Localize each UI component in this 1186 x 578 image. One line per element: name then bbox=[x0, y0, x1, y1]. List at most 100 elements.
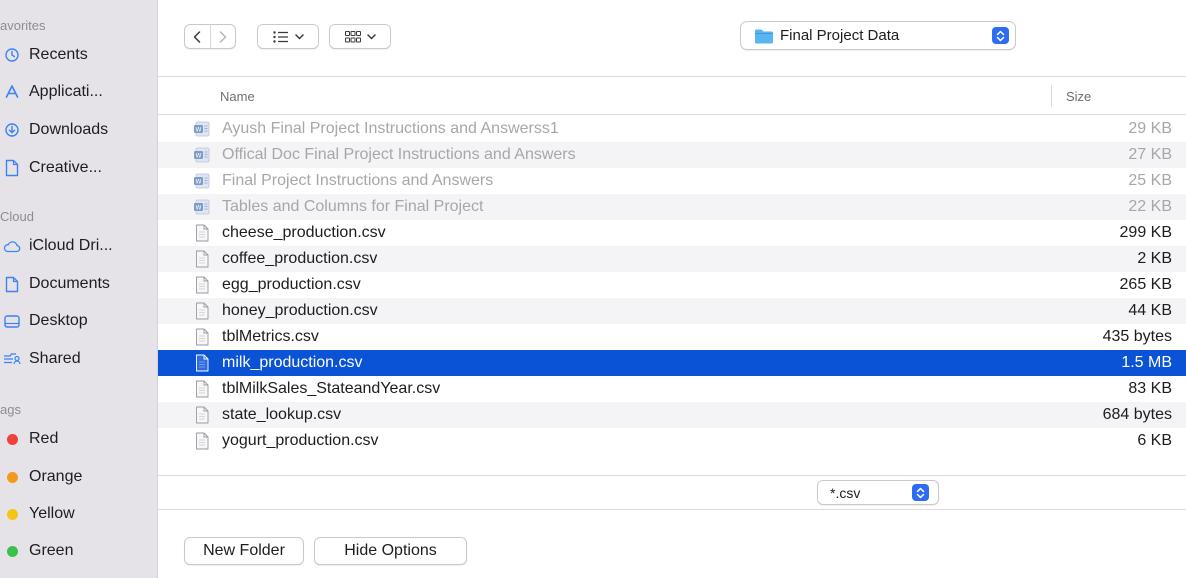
new-folder-button[interactable]: New Folder bbox=[184, 537, 304, 565]
file-name: egg_production.csv bbox=[222, 276, 361, 293]
location-popup[interactable]: Final Project Data bbox=[740, 21, 1016, 50]
file-row[interactable]: state_lookup.csv 684 bytes bbox=[158, 402, 1186, 428]
file-name: Tables and Columns for Final Project bbox=[222, 198, 484, 215]
document-icon bbox=[1, 276, 23, 293]
group-view-button[interactable] bbox=[329, 24, 391, 49]
list-view-button[interactable] bbox=[257, 24, 319, 49]
file-name: tblMilkSales_StateandYear.csv bbox=[222, 380, 441, 397]
sidebar-tag-orange[interactable]: Orange bbox=[0, 462, 158, 492]
file-size: 299 KB bbox=[1119, 224, 1172, 241]
sidebar: avorites Recents Applicati... Downloads … bbox=[0, 0, 158, 578]
sidebar-item-icloud-drive[interactable]: iCloud Dri... bbox=[0, 231, 158, 261]
file-size: 2 KB bbox=[1137, 250, 1172, 267]
file-name: Ayush Final Project Instructions and Ans… bbox=[222, 120, 559, 137]
sidebar-item-shared[interactable]: Shared bbox=[0, 344, 158, 374]
file-name: yogurt_production.csv bbox=[222, 432, 379, 449]
sidebar-item-recents[interactable]: Recents bbox=[0, 40, 158, 70]
file-size: 435 bytes bbox=[1102, 328, 1172, 345]
sidebar-item-label: iCloud Dri... bbox=[29, 237, 113, 254]
column-header-size[interactable]: Size bbox=[1066, 89, 1091, 104]
grid-view-icon bbox=[344, 30, 361, 42]
sidebar-item-label: Green bbox=[29, 542, 74, 559]
sidebar-tag-yellow[interactable]: Yellow bbox=[0, 499, 158, 529]
file-size: 44 KB bbox=[1128, 302, 1172, 319]
list-header: Name Size bbox=[158, 77, 1186, 115]
tag-dot-icon bbox=[1, 433, 23, 445]
tag-dot-icon bbox=[1, 471, 23, 483]
popup-arrows-icon bbox=[992, 27, 1009, 44]
downloads-icon bbox=[1, 123, 23, 137]
file-size: 684 bytes bbox=[1102, 406, 1172, 423]
file-row[interactable]: honey_production.csv 44 KB bbox=[158, 298, 1186, 324]
sidebar-section-cloud: Cloud bbox=[0, 209, 34, 224]
file-row[interactable]: tblMetrics.csv 435 bytes bbox=[158, 324, 1186, 350]
file-rows: W Ayush Final Project Instructions and An… bbox=[158, 116, 1186, 454]
file-row[interactable]: yogurt_production.csv 6 KB bbox=[158, 428, 1186, 454]
sidebar-item-label: Orange bbox=[29, 468, 83, 485]
sidebar-item-label: Red bbox=[29, 430, 59, 447]
applications-icon bbox=[1, 84, 23, 100]
file-row: W Ayush Final Project Instructions and An… bbox=[158, 116, 1186, 142]
file-size: 6 KB bbox=[1137, 432, 1172, 449]
file-size: 83 KB bbox=[1128, 380, 1172, 397]
chevron-right-icon bbox=[219, 30, 226, 43]
file-row[interactable]: egg_production.csv 265 KB bbox=[158, 272, 1186, 298]
csv-file-icon bbox=[193, 302, 211, 320]
sidebar-item-label: Applicati... bbox=[29, 83, 103, 100]
file-row: W Tables and Columns for Final Project 22 … bbox=[158, 194, 1186, 220]
file-name: cheese_production.csv bbox=[222, 224, 386, 241]
sidebar-item-label: Yellow bbox=[29, 505, 75, 522]
desktop-icon bbox=[1, 314, 23, 328]
icloud-icon bbox=[1, 240, 23, 253]
sidebar-item-label: Desktop bbox=[29, 312, 88, 329]
svg-text:W: W bbox=[196, 127, 202, 134]
column-divider[interactable] bbox=[1051, 85, 1052, 107]
chevron-down-icon bbox=[366, 33, 376, 40]
file-size: 1.5 MB bbox=[1121, 354, 1172, 371]
file-row-selected[interactable]: milk_production.csv 1.5 MB bbox=[158, 350, 1186, 376]
sidebar-item-label: Recents bbox=[29, 46, 88, 63]
chevron-left-icon bbox=[194, 30, 201, 43]
file-type-popup[interactable]: *.csv bbox=[817, 480, 939, 505]
location-label: Final Project Data bbox=[780, 27, 900, 44]
clock-icon bbox=[1, 48, 23, 62]
file-size: 22 KB bbox=[1128, 198, 1172, 215]
file-size: 265 KB bbox=[1119, 276, 1172, 293]
sidebar-item-label: Shared bbox=[29, 350, 81, 367]
hide-options-button[interactable]: Hide Options bbox=[314, 537, 467, 565]
file-row[interactable]: coffee_production.csv 2 KB bbox=[158, 246, 1186, 272]
sidebar-item-desktop[interactable]: Desktop bbox=[0, 306, 158, 336]
tag-dot-icon bbox=[1, 508, 23, 520]
sidebar-section-favorites: avorites bbox=[0, 18, 46, 33]
file-row[interactable]: cheese_production.csv 299 KB bbox=[158, 220, 1186, 246]
shared-folder-icon bbox=[1, 352, 23, 366]
tag-dot-icon bbox=[1, 545, 23, 557]
word-doc-icon: W bbox=[193, 198, 211, 216]
column-header-name[interactable]: Name bbox=[220, 89, 255, 104]
file-size: 25 KB bbox=[1128, 172, 1172, 189]
sidebar-section-tags: ags bbox=[0, 402, 21, 417]
forward-button[interactable] bbox=[209, 25, 236, 48]
sidebar-tag-red[interactable]: Red bbox=[0, 424, 158, 454]
sidebar-tag-green[interactable]: Green bbox=[0, 536, 158, 566]
sidebar-item-documents[interactable]: Documents bbox=[0, 269, 158, 299]
sidebar-item-label: Documents bbox=[29, 275, 110, 292]
folder-icon bbox=[755, 29, 773, 43]
document-icon bbox=[1, 159, 23, 177]
list-view-icon bbox=[272, 30, 288, 43]
file-size: 27 KB bbox=[1128, 146, 1172, 163]
csv-file-icon bbox=[193, 224, 211, 242]
file-name: state_lookup.csv bbox=[222, 406, 342, 423]
csv-file-icon bbox=[193, 406, 211, 424]
file-list: Name Size W Ayush Final Project Instructi… bbox=[158, 76, 1186, 475]
svg-text:W: W bbox=[196, 179, 202, 186]
file-row: W Offical Doc Final Project Instructions … bbox=[158, 142, 1186, 168]
word-doc-icon: W bbox=[193, 120, 211, 138]
sidebar-item-creative[interactable]: Creative... bbox=[0, 153, 158, 183]
sidebar-item-applications[interactable]: Applicati... bbox=[0, 77, 158, 107]
file-row[interactable]: tblMilkSales_StateandYear.csv 83 KB bbox=[158, 376, 1186, 402]
sidebar-item-downloads[interactable]: Downloads bbox=[0, 115, 158, 145]
csv-file-icon bbox=[193, 380, 211, 398]
back-button[interactable] bbox=[185, 25, 210, 48]
sidebar-item-label: Creative... bbox=[29, 159, 102, 176]
